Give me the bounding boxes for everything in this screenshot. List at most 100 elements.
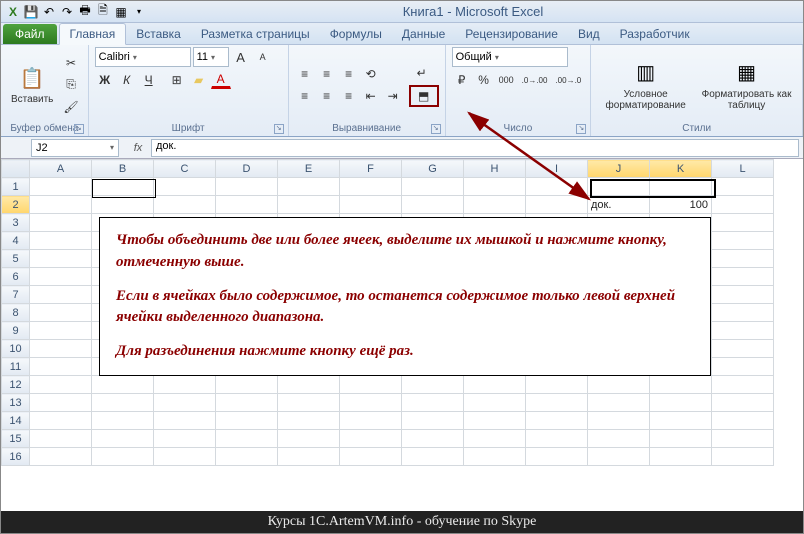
row-header-16[interactable]: 16 (2, 448, 30, 466)
conditional-formatting-button[interactable]: ▥ Условное форматирование (597, 57, 694, 113)
align-middle-button[interactable]: ≡ (317, 64, 337, 84)
tab-data[interactable]: Данные (392, 24, 455, 44)
cell-I16[interactable] (526, 448, 588, 466)
cell-H1[interactable] (464, 178, 526, 196)
cell-H16[interactable] (464, 448, 526, 466)
comma-style-button[interactable]: 000 (496, 70, 517, 90)
cell-A7[interactable] (30, 286, 92, 304)
col-header-H[interactable]: H (464, 160, 526, 178)
cell-K2[interactable]: 100 (650, 196, 712, 214)
cell-I12[interactable] (526, 376, 588, 394)
cell-F12[interactable] (340, 376, 402, 394)
merge-cells-button[interactable]: ⬒ (409, 85, 439, 107)
italic-button[interactable]: К (117, 70, 137, 90)
cell-F16[interactable] (340, 448, 402, 466)
cell-D12[interactable] (216, 376, 278, 394)
decrease-font-button[interactable]: A (253, 47, 273, 67)
tab-file[interactable]: Файл (3, 24, 57, 44)
row-header-12[interactable]: 12 (2, 376, 30, 394)
fill-color-button[interactable]: ▰ (189, 70, 209, 90)
cell-A8[interactable] (30, 304, 92, 322)
number-dialog-icon[interactable]: ↘ (576, 124, 586, 134)
save-icon[interactable]: 💾 (23, 4, 39, 20)
cell-B14[interactable] (92, 412, 154, 430)
col-header-K[interactable]: K (650, 160, 712, 178)
col-header-L[interactable]: L (712, 160, 774, 178)
format-painter-button[interactable]: 🖌 (60, 97, 81, 117)
cell-B1[interactable] (92, 178, 154, 196)
font-name-combo[interactable]: Calibri▾ (95, 47, 191, 67)
cell-J2[interactable]: док. (588, 196, 650, 214)
paste-button[interactable]: 📋 Вставить (7, 62, 57, 107)
tab-developer[interactable]: Разработчик (610, 24, 700, 44)
cell-L11[interactable] (712, 358, 774, 376)
cell-E15[interactable] (278, 430, 340, 448)
cell-H13[interactable] (464, 394, 526, 412)
align-left-button[interactable]: ≡ (295, 86, 315, 106)
cell-C1[interactable] (154, 178, 216, 196)
cell-H14[interactable] (464, 412, 526, 430)
cell-E12[interactable] (278, 376, 340, 394)
cell-J12[interactable] (588, 376, 650, 394)
redo-icon[interactable]: ↷ (59, 4, 75, 20)
cell-A2[interactable] (30, 196, 92, 214)
number-format-combo[interactable]: Общий▾ (452, 47, 568, 67)
cell-A10[interactable] (30, 340, 92, 358)
cell-G1[interactable] (402, 178, 464, 196)
col-header-E[interactable]: E (278, 160, 340, 178)
row-header-6[interactable]: 6 (2, 268, 30, 286)
tab-page-layout[interactable]: Разметка страницы (191, 24, 320, 44)
clipboard-dialog-icon[interactable]: ↘ (74, 124, 84, 134)
cell-A13[interactable] (30, 394, 92, 412)
cell-F1[interactable] (340, 178, 402, 196)
cell-I14[interactable] (526, 412, 588, 430)
row-header-10[interactable]: 10 (2, 340, 30, 358)
row-header-9[interactable]: 9 (2, 322, 30, 340)
tab-view[interactable]: Вид (568, 24, 610, 44)
row-header-1[interactable]: 1 (2, 178, 30, 196)
worksheet-grid[interactable]: ABCDEFGHIJKL12док.1003456789101112131415… (1, 159, 803, 466)
cell-B13[interactable] (92, 394, 154, 412)
row-header-2[interactable]: 2 (2, 196, 30, 214)
name-box[interactable]: J2▾ (31, 139, 119, 157)
cell-L15[interactable] (712, 430, 774, 448)
cell-L10[interactable] (712, 340, 774, 358)
cell-L6[interactable] (712, 268, 774, 286)
format-as-table-button[interactable]: ▦ Форматировать как таблицу (697, 57, 796, 113)
col-header-B[interactable]: B (92, 160, 154, 178)
row-header-15[interactable]: 15 (2, 430, 30, 448)
table-icon[interactable]: ▦ (113, 4, 129, 20)
cell-B2[interactable] (92, 196, 154, 214)
cell-E14[interactable] (278, 412, 340, 430)
cell-D14[interactable] (216, 412, 278, 430)
cell-K16[interactable] (650, 448, 712, 466)
cell-L14[interactable] (712, 412, 774, 430)
tab-review[interactable]: Рецензирование (455, 24, 568, 44)
col-header-F[interactable]: F (340, 160, 402, 178)
cell-K1[interactable] (650, 178, 712, 196)
percent-button[interactable]: % (474, 70, 494, 90)
cell-L12[interactable] (712, 376, 774, 394)
cell-G12[interactable] (402, 376, 464, 394)
cell-B15[interactable] (92, 430, 154, 448)
alignment-dialog-icon[interactable]: ↘ (431, 124, 441, 134)
tab-insert[interactable]: Вставка (126, 24, 191, 44)
cell-E13[interactable] (278, 394, 340, 412)
cell-A1[interactable] (30, 178, 92, 196)
cell-L4[interactable] (712, 232, 774, 250)
decrease-decimal-button[interactable]: .00→.0 (552, 70, 584, 90)
col-header-A[interactable]: A (30, 160, 92, 178)
bold-button[interactable]: Ж (95, 70, 115, 90)
col-header-I[interactable]: I (526, 160, 588, 178)
cell-H2[interactable] (464, 196, 526, 214)
tab-formulas[interactable]: Формулы (320, 24, 392, 44)
row-header-5[interactable]: 5 (2, 250, 30, 268)
cell-G2[interactable] (402, 196, 464, 214)
cell-D13[interactable] (216, 394, 278, 412)
row-header-7[interactable]: 7 (2, 286, 30, 304)
cell-L2[interactable] (712, 196, 774, 214)
cell-L9[interactable] (712, 322, 774, 340)
cut-button[interactable]: ✂ (60, 53, 81, 73)
cell-F15[interactable] (340, 430, 402, 448)
cell-K12[interactable] (650, 376, 712, 394)
